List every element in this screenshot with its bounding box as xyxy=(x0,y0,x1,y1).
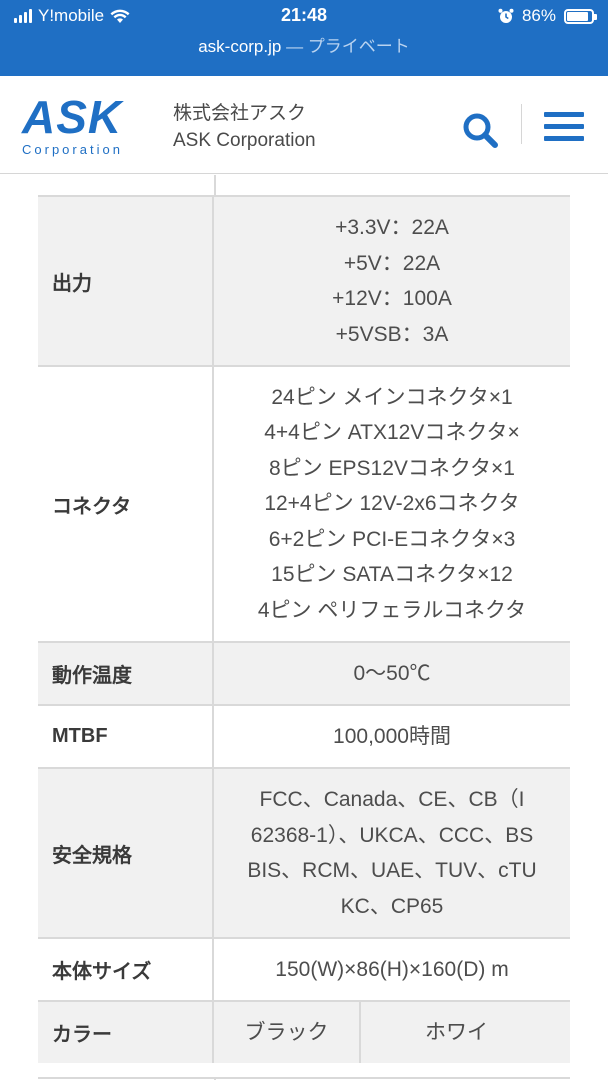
private-mode-label: プライベート xyxy=(307,37,410,56)
spec-value: 24ピン メインコネクタ×1 4+4ピン ATX12Vコネクタ× 8ピン EPS12… xyxy=(214,367,570,641)
spec-value-line: +5VSB：3A xyxy=(335,322,449,346)
spec-row: 動作温度 0〜50℃ xyxy=(38,641,570,704)
status-bar: Y!mobile 21:48 86% xyxy=(0,0,608,32)
battery-icon xyxy=(564,8,597,24)
spec-value-line: +12V：100A xyxy=(332,287,452,310)
search-icon xyxy=(463,113,498,148)
spec-value: 0〜50℃ xyxy=(214,643,570,704)
spec-value-line: 4+4ピン ATX12Vコネクタ× xyxy=(264,421,520,445)
right-status: 86% xyxy=(498,6,597,26)
spec-row: MTBF 100,000時間 xyxy=(38,704,570,767)
color-option: ホワイ xyxy=(359,1002,570,1063)
spec-value-line: 150(W)×86(H)×160(D) m xyxy=(275,957,509,981)
search-button[interactable] xyxy=(460,110,500,150)
spec-label: 出力 xyxy=(38,197,214,365)
spec-value-line: FCC、Canada、CE、CB（I xyxy=(259,788,525,811)
url-separator: — xyxy=(281,37,308,56)
url-domain: ask-corp.jp xyxy=(198,37,282,56)
logo-main-text: ASK xyxy=(22,91,123,143)
spec-value-line: 62368-1）、UKCA、CCC、BS xyxy=(250,823,534,847)
spec-row: コネクタ 24ピン メインコネクタ×1 4+4ピン ATX12Vコネクタ× 8ピン E… xyxy=(38,365,570,641)
alarm-icon xyxy=(498,8,514,23)
browser-top-bar: Y!mobile 21:48 86% ask-corp.jp — プライベート xyxy=(0,0,608,76)
spec-value-line: BIS、RCM、UAE、TUV、cTU xyxy=(247,859,537,882)
spec-row: 出力 +3.3V：22A +5V：22A +12V：100A +5VSB：3A xyxy=(38,195,570,365)
spec-row: 本体サイズ 150(W)×86(H)×160(D) m xyxy=(38,937,570,1000)
spec-label: MTBF xyxy=(38,706,214,767)
company-name-en: ASK Corporation xyxy=(173,130,316,151)
spec-value-line: 8ピン EPS12Vコネクタ×1 xyxy=(268,456,515,480)
spec-value-line: +3.3V：22A xyxy=(335,216,449,239)
spec-value-line: 24ピン メインコネクタ×1 xyxy=(271,385,513,409)
spec-table: 出力 +3.3V：22A +5V：22A +12V：100A +5VSB：3A コネクタ 2… xyxy=(38,195,570,1080)
spec-value-line: 6+2ピン PCI-Eコネクタ×3 xyxy=(268,527,516,551)
spec-value: ブラック ホワイ xyxy=(214,1002,570,1063)
spec-value-line: 0〜50℃ xyxy=(353,661,431,685)
spec-value: FCC、Canada、CE、CB（I 62368-1）、UKCA、CCC、BS BI… xyxy=(214,769,570,937)
spec-value-line: 15ピン SATAコネクタ×12 xyxy=(271,563,513,587)
battery-percent: 86% xyxy=(521,6,556,25)
url-bar[interactable]: ask-corp.jp — プライベート xyxy=(0,32,608,57)
table-top-stub xyxy=(38,175,570,195)
company-name-jp: 株式会社アスク xyxy=(173,103,307,124)
spec-value-line: 100,000時間 xyxy=(333,724,451,748)
spec-label: 本体サイズ xyxy=(38,939,214,1000)
spec-value: +3.3V：22A +5V：22A +12V：100A +5VSB：3A xyxy=(214,197,570,365)
menu-bar-icon xyxy=(544,136,584,141)
spec-value: 150(W)×86(H)×160(D) m xyxy=(214,939,570,1000)
spec-value-line: KC、CP65 xyxy=(340,894,444,918)
menu-bar-icon xyxy=(544,124,584,129)
spec-label: コネクタ xyxy=(38,367,214,641)
spec-row: カラー ブラック ホワイ xyxy=(38,1000,570,1063)
ask-logo[interactable]: ASK Corporation xyxy=(22,91,156,157)
spec-row: 安全規格 FCC、Canada、CE、CB（I 62368-1）、UKCA、CCC、… xyxy=(38,767,570,937)
spec-label: 安全規格 xyxy=(38,769,214,937)
spec-table-container[interactable]: 出力 +3.3V：22A +5V：22A +12V：100A +5VSB：3A コネクタ 2… xyxy=(38,175,570,1080)
menu-bar-icon xyxy=(544,112,584,117)
spec-value-line: +5V：22A xyxy=(343,251,441,275)
logo-sub-text: Corporation xyxy=(22,142,123,157)
spec-label: カラー xyxy=(38,1002,214,1063)
site-header: ASK Corporation 株式会社アスク ASK Corporation xyxy=(0,76,608,174)
spec-value-line: 12+4ピン 12V-2x6コネクタ xyxy=(264,492,520,516)
hamburger-menu-button[interactable] xyxy=(544,112,584,146)
spec-label: 動作温度 xyxy=(38,643,214,704)
color-option: ブラック xyxy=(244,1020,329,1044)
spec-value-line: 4ピン ペリフェラルコネクタ xyxy=(257,598,527,622)
table-bottom-border xyxy=(38,1077,570,1079)
header-divider xyxy=(521,104,522,144)
spec-value: 100,000時間 xyxy=(214,706,570,767)
company-name: 株式会社アスク ASK Corporation xyxy=(173,100,316,154)
